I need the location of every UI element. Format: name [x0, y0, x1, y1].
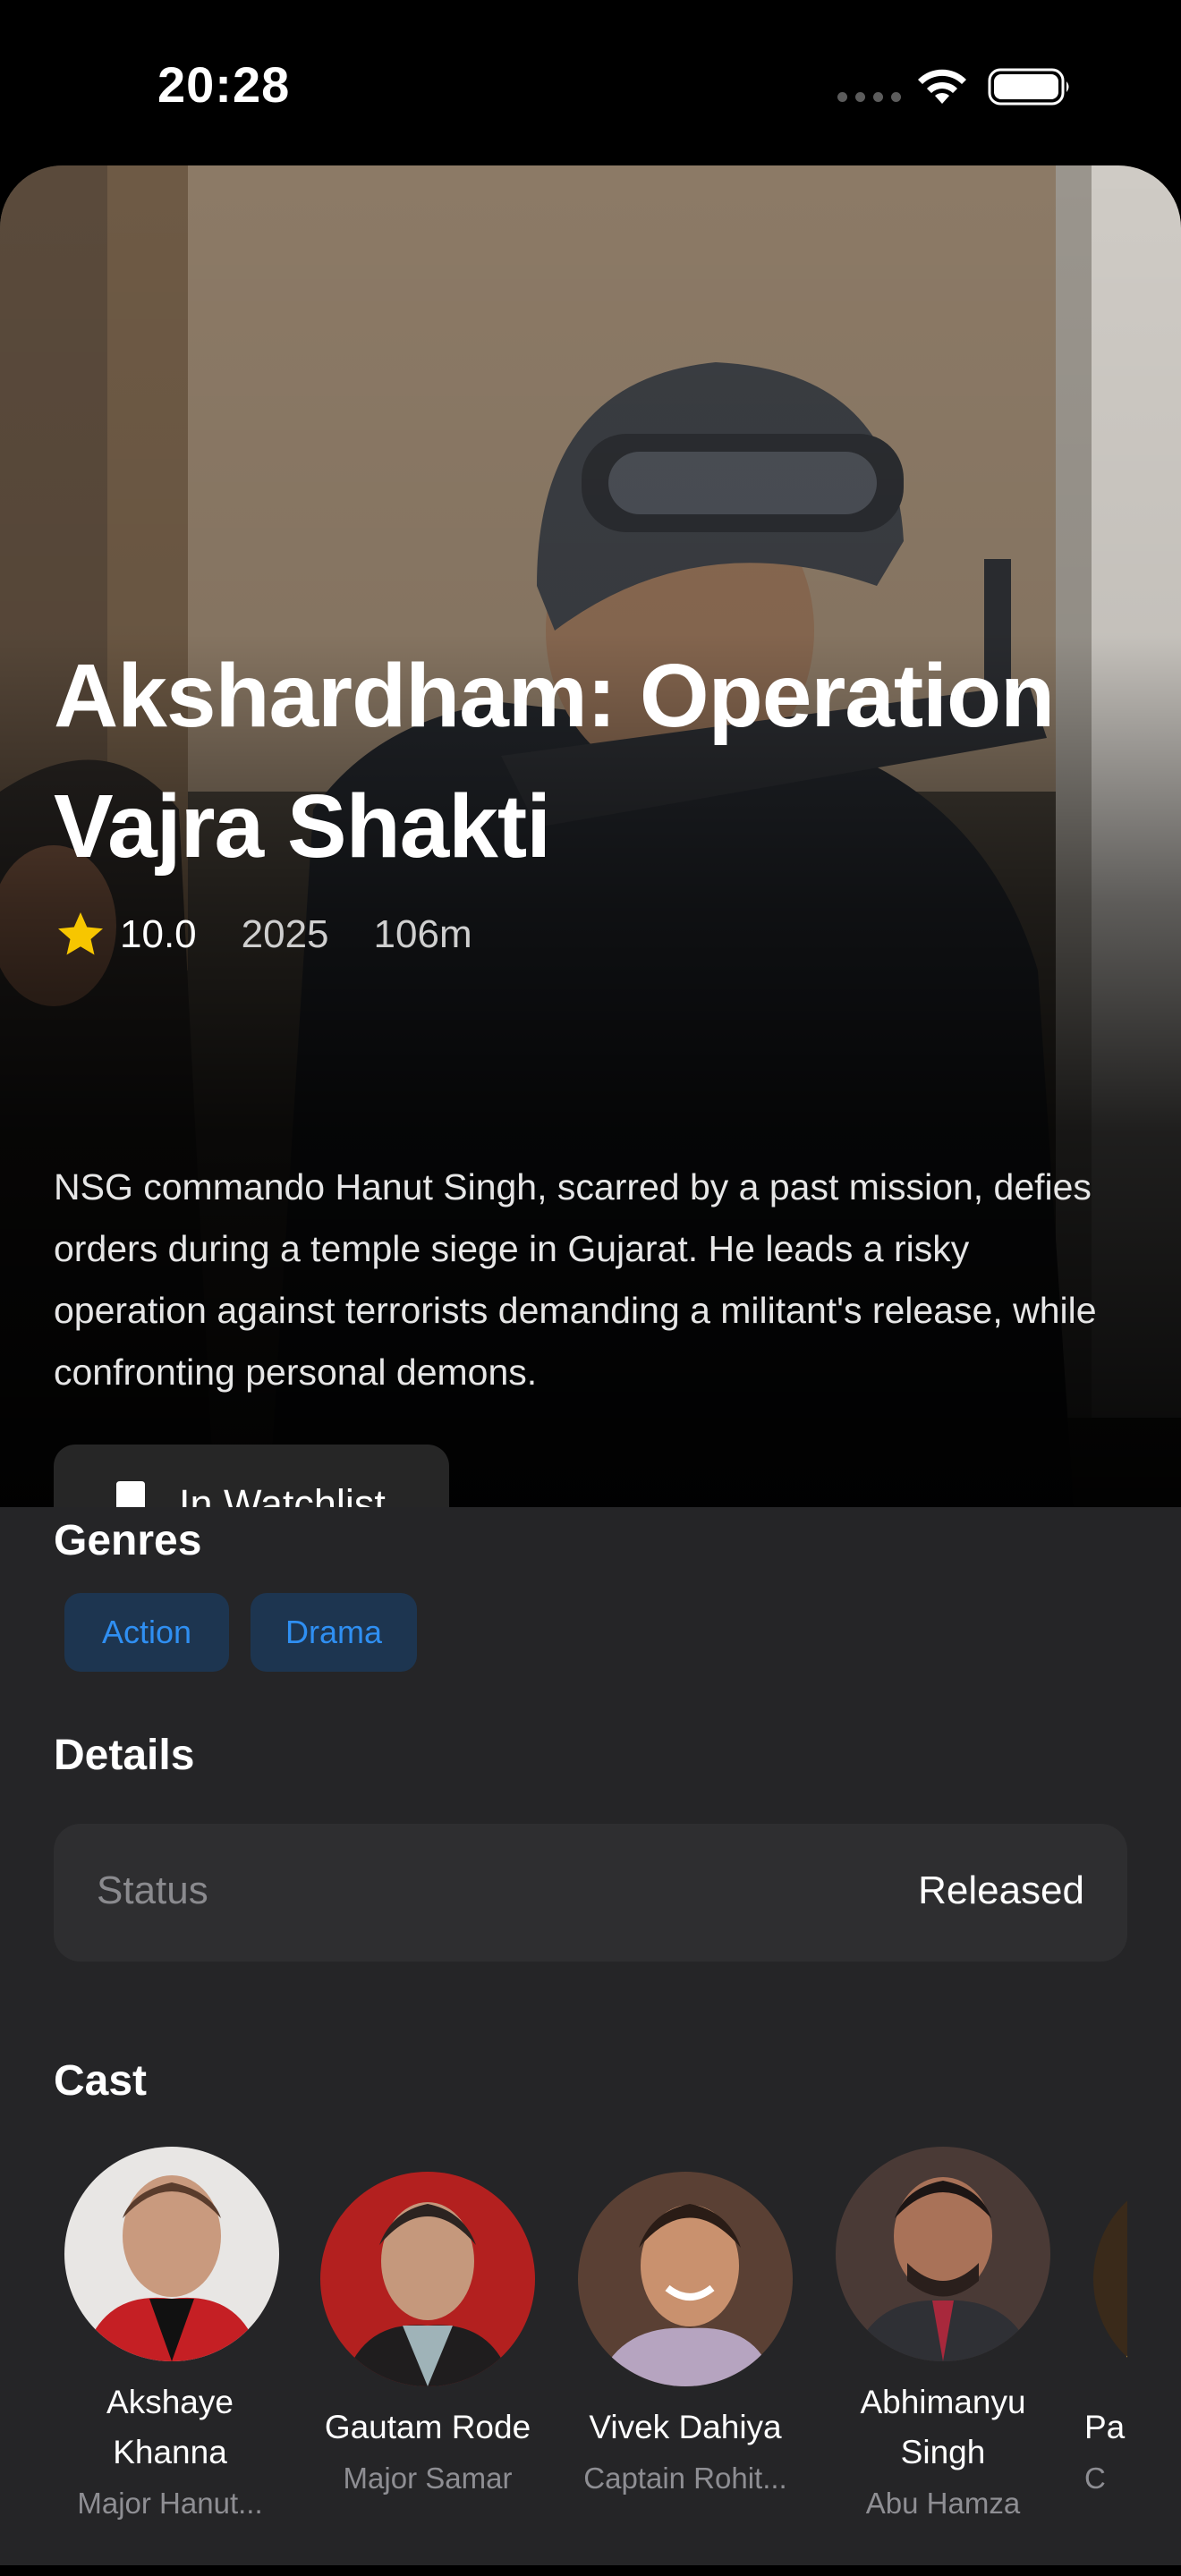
details-title: Details [54, 1732, 195, 1779]
cast-role: Major Hanut... [77, 2487, 263, 2520]
movie-title: Akshardham: Operation Vajra Shakti [54, 631, 1145, 892]
movie-title-line-1: Akshardham: Operation [54, 646, 1055, 746]
cast-carousel[interactable]: Akshaye Khanna Major Hanut... Gautam Rod… [54, 2147, 1127, 2576]
star-icon [58, 912, 103, 955]
movie-overview: NSG commando Hanut Singh, scarred by a p… [54, 1166, 1097, 1393]
rating-value: 10.0 [120, 912, 197, 956]
cast-title: Cast [54, 2057, 148, 2105]
hero-backdrop: Akshardham: Operation Vajra Shakti 10.0 … [0, 165, 1181, 1507]
cast-avatar [836, 2147, 1050, 2361]
cast-avatar [1093, 2172, 1127, 2386]
cast-name: Pa [1084, 2409, 1126, 2445]
cast-name: Abhimanyu Singh [860, 2384, 1026, 2470]
status-value: Released [918, 1868, 1084, 1912]
status-time: 20:28 [157, 56, 291, 113]
status-label: Status [97, 1868, 208, 1912]
genres-title: Genres [54, 1517, 202, 1564]
details-card: Status Released [54, 1824, 1127, 1962]
cast-name: Akshaye Khanna [106, 2384, 234, 2470]
battery-icon [988, 68, 1069, 106]
cast-avatar [64, 2147, 279, 2361]
status-bar: 20:28 [0, 0, 1181, 165]
cast-name: Gautam Rode [324, 2409, 531, 2445]
runtime: 106m [373, 912, 472, 956]
watchlist-button[interactable]: In Watchlist [54, 1445, 449, 1507]
cast-avatar [578, 2172, 793, 2386]
cellular-signal-icon [837, 92, 901, 102]
cast-avatar [320, 2172, 535, 2386]
cast-name: Vivek Dahiya [589, 2409, 782, 2445]
cast-role: C [1084, 2462, 1106, 2495]
genre-chip-drama[interactable]: Drama [251, 1593, 417, 1672]
movie-meta-row: 10.0 2025 106m [54, 908, 517, 962]
details-content: Genres Action Drama Details Status Relea… [0, 1507, 1181, 2565]
movie-title-line-2: Vajra Shakti [54, 776, 551, 877]
release-year: 2025 [241, 912, 329, 956]
cast-role: Abu Hamza [865, 2487, 1021, 2520]
watchlist-button-label: In Watchlist [179, 1481, 386, 1507]
bookmark-icon [116, 1481, 145, 1507]
genre-chip-action[interactable]: Action [64, 1593, 229, 1672]
wifi-icon [918, 69, 966, 104]
cast-role: Major Samar [343, 2462, 513, 2495]
cast-role: Captain Rohit... [583, 2462, 787, 2495]
